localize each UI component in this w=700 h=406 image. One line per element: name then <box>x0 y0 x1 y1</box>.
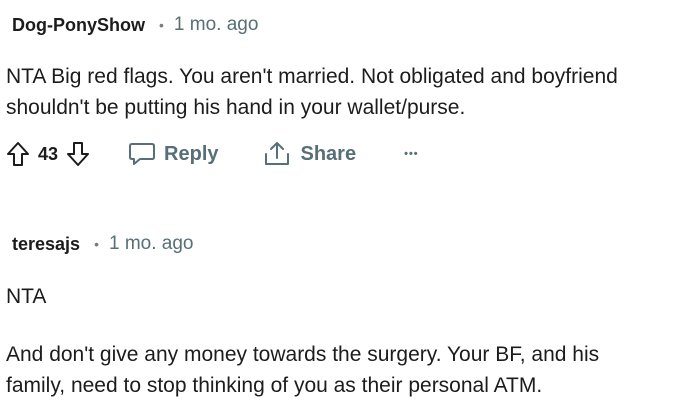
downvote-button[interactable] <box>66 141 90 167</box>
comment-line: shouldn't be putting his hand in your wa… <box>6 96 466 119</box>
more-options-button[interactable]: ••• <box>404 148 419 160</box>
upvote-icon <box>7 142 29 166</box>
comment-paragraph: And don't give any money towards the sur… <box>6 339 599 401</box>
comment-timestamp[interactable]: 1 mo. ago <box>109 233 194 255</box>
comment-line: NTA <box>6 285 47 308</box>
comment-timestamp[interactable]: 1 mo. ago <box>174 14 259 36</box>
vote-count: 43 <box>38 143 59 164</box>
comment-teresajs: teresajs • 1 mo. ago NTA And don't give … <box>0 185 700 406</box>
comment-author[interactable]: Dog-PonyShow <box>12 15 145 36</box>
reply-label: Reply <box>164 142 219 165</box>
more-icon: ••• <box>404 148 419 160</box>
comment-paragraph: NTA <box>6 281 46 312</box>
comment-line: And don't give any money towards the sur… <box>6 343 600 366</box>
comment-author[interactable]: teresajs <box>12 234 80 255</box>
reply-button[interactable]: Reply <box>128 141 219 167</box>
share-label: Share <box>300 142 357 165</box>
share-icon <box>264 142 289 165</box>
reply-icon <box>129 143 156 165</box>
comment-meta: Dog-PonyShow • 1 mo. ago <box>12 14 258 36</box>
comment-actions: 43 Reply Share ••• <box>6 138 419 170</box>
upvote-button[interactable] <box>6 141 30 167</box>
share-button[interactable]: Share <box>263 140 357 168</box>
meta-separator: • <box>159 17 164 33</box>
comment-body: NTA Big red flags. You aren't married. N… <box>6 61 618 123</box>
comment-line: family, need to stop thinking of you as … <box>6 374 543 397</box>
downvote-icon <box>67 142 90 166</box>
comment-dog-ponyshow: Dog-PonyShow • 1 mo. ago NTA Big red fla… <box>0 0 700 185</box>
meta-separator: • <box>94 236 99 252</box>
comment-meta: teresajs • 1 mo. ago <box>12 233 193 255</box>
comment-line: NTA Big red flags. You aren't married. N… <box>6 65 618 88</box>
